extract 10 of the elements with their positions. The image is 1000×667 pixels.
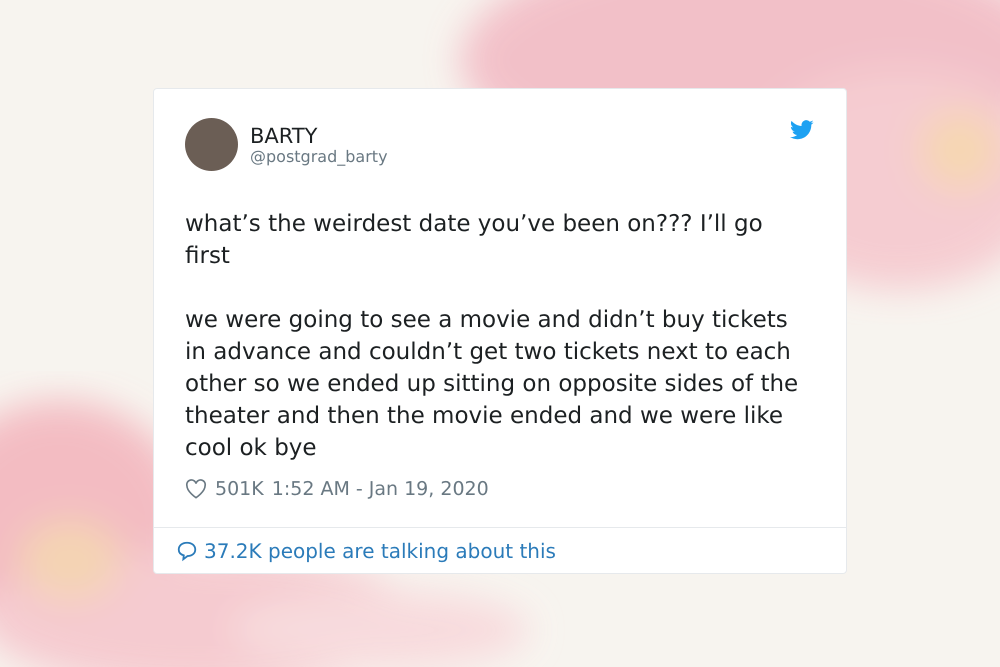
heart-icon[interactable] xyxy=(185,479,207,499)
tweet-paragraph: we were going to see a movie and didn’t buy tickets in advance and couldn’t get two tickets next to each other so we ended up sitting on opposite sides of the theater and then the movie ended and we were like cool ok bye xyxy=(185,306,800,463)
speech-bubble-icon xyxy=(176,540,198,562)
like-count: 501K xyxy=(215,477,264,501)
tweet-timestamp[interactable]: 1:52 AM - Jan 19, 2020 xyxy=(272,477,489,501)
tweet-paragraph: what’s the weirdest date you’ve been on??? I’ll go first xyxy=(185,210,764,271)
bird-logo-icon xyxy=(790,120,814,140)
conversation-link[interactable]: 37.2K people are talking about this xyxy=(204,538,556,562)
author-name: BARTY xyxy=(250,124,318,148)
author-handle: @postgrad_barty xyxy=(250,148,389,166)
